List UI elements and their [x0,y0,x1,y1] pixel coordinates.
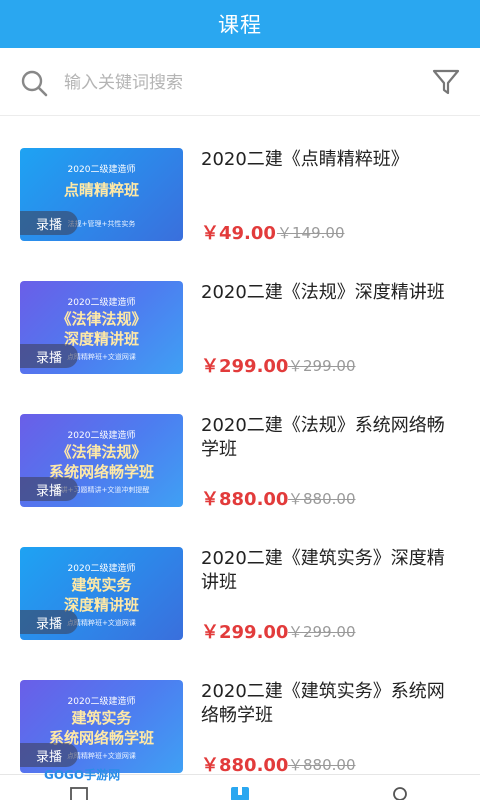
thumbnail-header: 2020二级建造师 [67,564,136,574]
thumbnail-title: 建筑实务 深度精讲班 [63,576,139,614]
course-title[interactable]: 2020二建《法规》深度精讲班 [201,281,459,305]
recorded-badge: 录播 [20,477,78,501]
user-icon[interactable] [389,785,411,800]
thumbnail-title: 点睛精粹班 [63,181,139,199]
recorded-badge: 录播 [20,344,78,368]
list-icon[interactable] [68,785,90,800]
recorded-badge: 录播 [20,743,78,767]
thumbnail-header: 2020二级建造师 [67,298,136,308]
course-price: ￥49.00 [201,223,276,244]
course-thumbnail[interactable]: 2020二级建造师 点睛精粹班 法规+管理+共性实务 录播 [20,148,183,241]
course-item[interactable]: 2020二级建造师 点睛精粹班 法规+管理+共性实务 录播 2020二建《点睛精… [0,118,480,251]
search-input[interactable] [64,68,404,98]
recorded-badge: 录播 [20,211,78,235]
course-thumbnail[interactable]: 2020二级建造师 建筑实务 深度精讲班 点睛精粹班+文道网课 录播 [20,547,183,640]
course-price: ￥299.00 [201,356,289,377]
course-list: 2020二级建造师 点睛精粹班 法规+管理+共性实务 录播 2020二建《点睛精… [0,118,480,774]
course-title[interactable]: 2020二建《法规》系统网络畅学班 [201,414,459,462]
course-title[interactable]: 2020二建《点睛精粹班》 [201,148,459,172]
course-thumbnail[interactable]: 2020二级建造师 《法律法规》 系统网络畅学班 精讲+习题精讲+文道冲刺提醒 … [20,414,183,507]
filter-icon[interactable] [431,67,461,97]
course-price: ￥880.00 [201,755,289,774]
course-original-price: ￥880.00 [288,756,356,774]
book-icon[interactable] [229,785,251,800]
watermark: GOGO手游网 [44,768,121,782]
course-original-price: ￥299.00 [288,357,356,375]
course-price: ￥299.00 [201,622,289,643]
page-title: 课程 [218,13,262,37]
course-title[interactable]: 2020二建《建筑实务》深度精讲班 [201,547,459,595]
course-thumbnail[interactable]: 2020二级建造师 《法律法规》 深度精讲班 点睛精粹班+文道网课 录播 [20,281,183,374]
thumbnail-title: 《法律法规》 深度精讲班 [56,310,147,348]
thumbnail-header: 2020二级建造师 [67,431,136,441]
thumbnail-header: 2020二级建造师 [67,697,136,707]
thumbnail-title: 《法律法规》 系统网络畅学班 [48,443,154,481]
course-price: ￥880.00 [201,489,289,510]
course-thumbnail[interactable]: 2020二级建造师 建筑实务 系统网络畅学班 点睛精粹班+文道网课 录播 [20,680,183,773]
search-icon[interactable] [20,69,48,97]
course-item[interactable]: 2020二级建造师 《法律法规》 系统网络畅学班 精讲+习题精讲+文道冲刺提醒 … [0,384,480,517]
course-original-price: ￥880.00 [288,490,356,508]
course-original-price: ￥149.00 [277,224,345,242]
course-original-price: ￥299.00 [288,623,356,641]
app-header: 课程 [0,0,480,48]
recorded-badge: 录播 [20,610,78,634]
thumbnail-title: 建筑实务 系统网络畅学班 [48,709,154,747]
course-item[interactable]: 2020二级建造师 建筑实务 深度精讲班 点睛精粹班+文道网课 录播 2020二… [0,517,480,650]
search-bar [0,48,480,116]
course-item[interactable]: 2020二级建造师 建筑实务 系统网络畅学班 点睛精粹班+文道网课 录播 202… [0,650,480,774]
course-title[interactable]: 2020二建《建筑实务》系统网络畅学班 [201,680,459,728]
thumbnail-header: 2020二级建造师 [67,165,136,175]
course-item[interactable]: 2020二级建造师 《法律法规》 深度精讲班 点睛精粹班+文道网课 录播 202… [0,251,480,384]
